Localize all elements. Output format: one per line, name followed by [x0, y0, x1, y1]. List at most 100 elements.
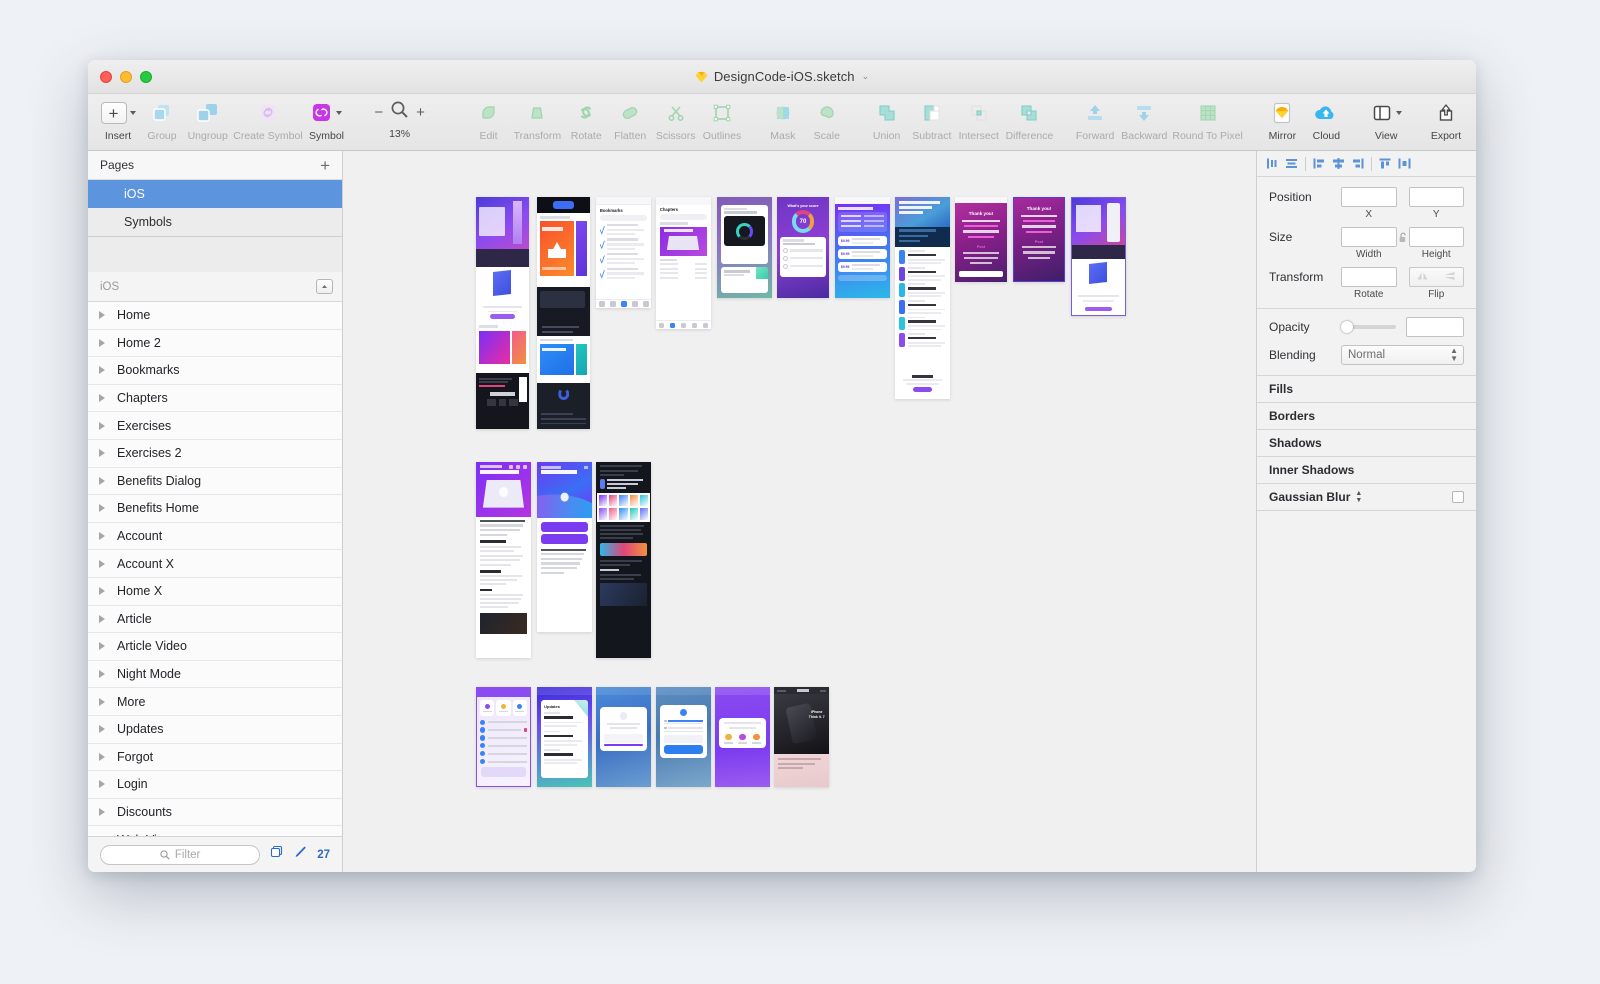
layer-row[interactable]: Home 2: [88, 330, 342, 358]
artboard-account-x[interactable]: Thank you! Psst: [1013, 197, 1065, 282]
artboard-article-video[interactable]: [537, 462, 592, 632]
artboard-bookmarks[interactable]: Bookmarks: [596, 197, 651, 308]
artboard-chapters[interactable]: Chapters: [656, 197, 711, 329]
artboard-night-mode[interactable]: [596, 462, 651, 658]
toolbar-button-flatten[interactable]: Flatten: [608, 98, 652, 150]
inspector-section-borders[interactable]: Borders: [1257, 403, 1476, 430]
gaussian-blur-checkbox[interactable]: [1452, 491, 1464, 503]
layer-row[interactable]: Account: [88, 523, 342, 551]
filter-input[interactable]: Filter: [100, 845, 260, 865]
lock-open-icon[interactable]: [1397, 232, 1409, 243]
toolbar-button-edit[interactable]: Edit: [467, 98, 511, 150]
zoom-out-button[interactable]: −: [374, 105, 383, 120]
disclosure-triangle-icon[interactable]: [99, 339, 105, 347]
layer-row[interactable]: Benefits Dialog: [88, 468, 342, 496]
size-height-field[interactable]: [1409, 227, 1465, 247]
toolbar-button-subtract[interactable]: Subtract: [909, 98, 955, 150]
toolbar-button-forward[interactable]: Forward: [1072, 98, 1118, 150]
layer-row[interactable]: Account X: [88, 550, 342, 578]
artboard-updates[interactable]: Updates: [537, 687, 592, 787]
layer-row[interactable]: Forgot: [88, 744, 342, 772]
layer-row[interactable]: Exercises 2: [88, 440, 342, 468]
toolbar-button-outlines[interactable]: Outlines: [699, 98, 745, 150]
zoom-in-button[interactable]: +: [416, 105, 425, 120]
toolbar-button-transform[interactable]: Transform: [511, 98, 565, 150]
toolbar-button-cloud[interactable]: Cloud: [1304, 98, 1348, 150]
artboard-exercises[interactable]: [717, 197, 772, 298]
layer-row[interactable]: Night Mode: [88, 661, 342, 689]
artboard-discounts[interactable]: [715, 687, 770, 787]
zoom-control[interactable]: − + 13%: [364, 98, 435, 150]
align-top-icon[interactable]: [1376, 155, 1395, 173]
artboard-benefits-home[interactable]: [895, 197, 950, 399]
page-item-symbols[interactable]: Symbols: [88, 208, 342, 236]
inspector-section-fills[interactable]: Fills: [1257, 376, 1476, 403]
layer-row[interactable]: More: [88, 688, 342, 716]
toolbar-button-mask[interactable]: Mask: [761, 98, 805, 150]
toolbar-button-difference[interactable]: Difference: [1002, 98, 1056, 150]
opacity-slider-knob[interactable]: [1341, 321, 1353, 333]
align-center-horizontal-icon[interactable]: [1282, 155, 1301, 173]
chevron-down-icon[interactable]: [130, 111, 136, 115]
layer-row[interactable]: Home: [88, 302, 342, 330]
disclosure-triangle-icon[interactable]: [99, 394, 105, 402]
distribute-horizontal-icon[interactable]: [1395, 155, 1414, 173]
disclosure-triangle-icon[interactable]: [99, 366, 105, 374]
artboard-login[interactable]: [656, 687, 711, 787]
disclosure-triangle-icon[interactable]: [99, 477, 105, 485]
layer-row[interactable]: Article: [88, 606, 342, 634]
layer-row[interactable]: Home X: [88, 578, 342, 606]
toolbar-button-backward[interactable]: Backward: [1118, 98, 1171, 150]
toolbar-button-insert[interactable]: + Insert: [96, 98, 140, 150]
disclosure-triangle-icon[interactable]: [99, 311, 105, 319]
inspector-section-gaussian-blur[interactable]: Gaussian Blur ▲▼: [1257, 484, 1476, 511]
pencil-icon[interactable]: [294, 845, 307, 864]
magnifier-icon[interactable]: [390, 100, 409, 124]
close-button[interactable]: [100, 71, 112, 83]
flip-vertical-icon[interactable]: [1443, 268, 1456, 286]
disclosure-triangle-icon[interactable]: [99, 753, 105, 761]
flip-horizontal-icon[interactable]: [1416, 268, 1429, 286]
size-width-field[interactable]: [1341, 227, 1397, 247]
zoom-button[interactable]: [140, 71, 152, 83]
distribute-center-icon[interactable]: [1329, 155, 1348, 173]
layers-list[interactable]: Home Home 2 Bookmarks Chapters Exercises…: [88, 302, 342, 836]
layer-row[interactable]: Bookmarks: [88, 357, 342, 385]
layer-row[interactable]: Discounts: [88, 799, 342, 827]
layer-row[interactable]: Chapters: [88, 385, 342, 413]
chevron-down-icon[interactable]: [1396, 111, 1402, 115]
layer-row[interactable]: Web View: [88, 826, 342, 836]
artboard-benefits-dialog[interactable]: $9.99 $9.99 $9.99: [835, 197, 890, 298]
artboard-home-x[interactable]: [1071, 197, 1126, 316]
blending-select[interactable]: Normal ▲▼: [1341, 345, 1464, 365]
inspector-section-shadows[interactable]: Shadows: [1257, 430, 1476, 457]
toolbar-button-scale[interactable]: Scale: [805, 98, 849, 150]
layer-row[interactable]: Article Video: [88, 633, 342, 661]
toolbar-button-scissors[interactable]: Scissors: [652, 98, 699, 150]
disclosure-triangle-icon[interactable]: [99, 449, 105, 457]
disclosure-triangle-icon[interactable]: [99, 560, 105, 568]
duplicate-icon[interactable]: [270, 845, 284, 864]
distribute-right-icon[interactable]: [1348, 155, 1367, 173]
gaussian-blur-stepper-icon[interactable]: ▲▼: [1355, 490, 1362, 504]
toolbar-button-rotate[interactable]: Rotate: [564, 98, 608, 150]
align-left-icon[interactable]: [1263, 155, 1282, 173]
artboard-exercises-2[interactable]: What's your score 70: [777, 197, 829, 298]
artboard-web-view[interactable]: iPhoneThink it. 7: [774, 687, 829, 787]
artboard-home-2[interactable]: [537, 197, 590, 429]
layer-row[interactable]: Login: [88, 771, 342, 799]
distribute-left-icon[interactable]: [1310, 155, 1329, 173]
inspector-section-inner-shadows[interactable]: Inner Shadows: [1257, 457, 1476, 484]
design-canvas[interactable]: Bookmarks Chapters: [343, 151, 1256, 872]
artboard-home[interactable]: [476, 197, 529, 429]
disclosure-triangle-icon[interactable]: [99, 504, 105, 512]
toolbar-button-symbol[interactable]: Symbol: [304, 98, 348, 150]
layer-row[interactable]: Updates: [88, 716, 342, 744]
minimize-button[interactable]: [120, 71, 132, 83]
disclosure-triangle-icon[interactable]: [99, 808, 105, 816]
toolbar-button-round-to-pixel[interactable]: Round To Pixel: [1171, 98, 1245, 150]
artboard-article[interactable]: [476, 462, 531, 658]
disclosure-triangle-icon[interactable]: [99, 725, 105, 733]
disclosure-triangle-icon[interactable]: [99, 422, 105, 430]
toolbar-button-mirror[interactable]: Mirror: [1260, 98, 1304, 150]
